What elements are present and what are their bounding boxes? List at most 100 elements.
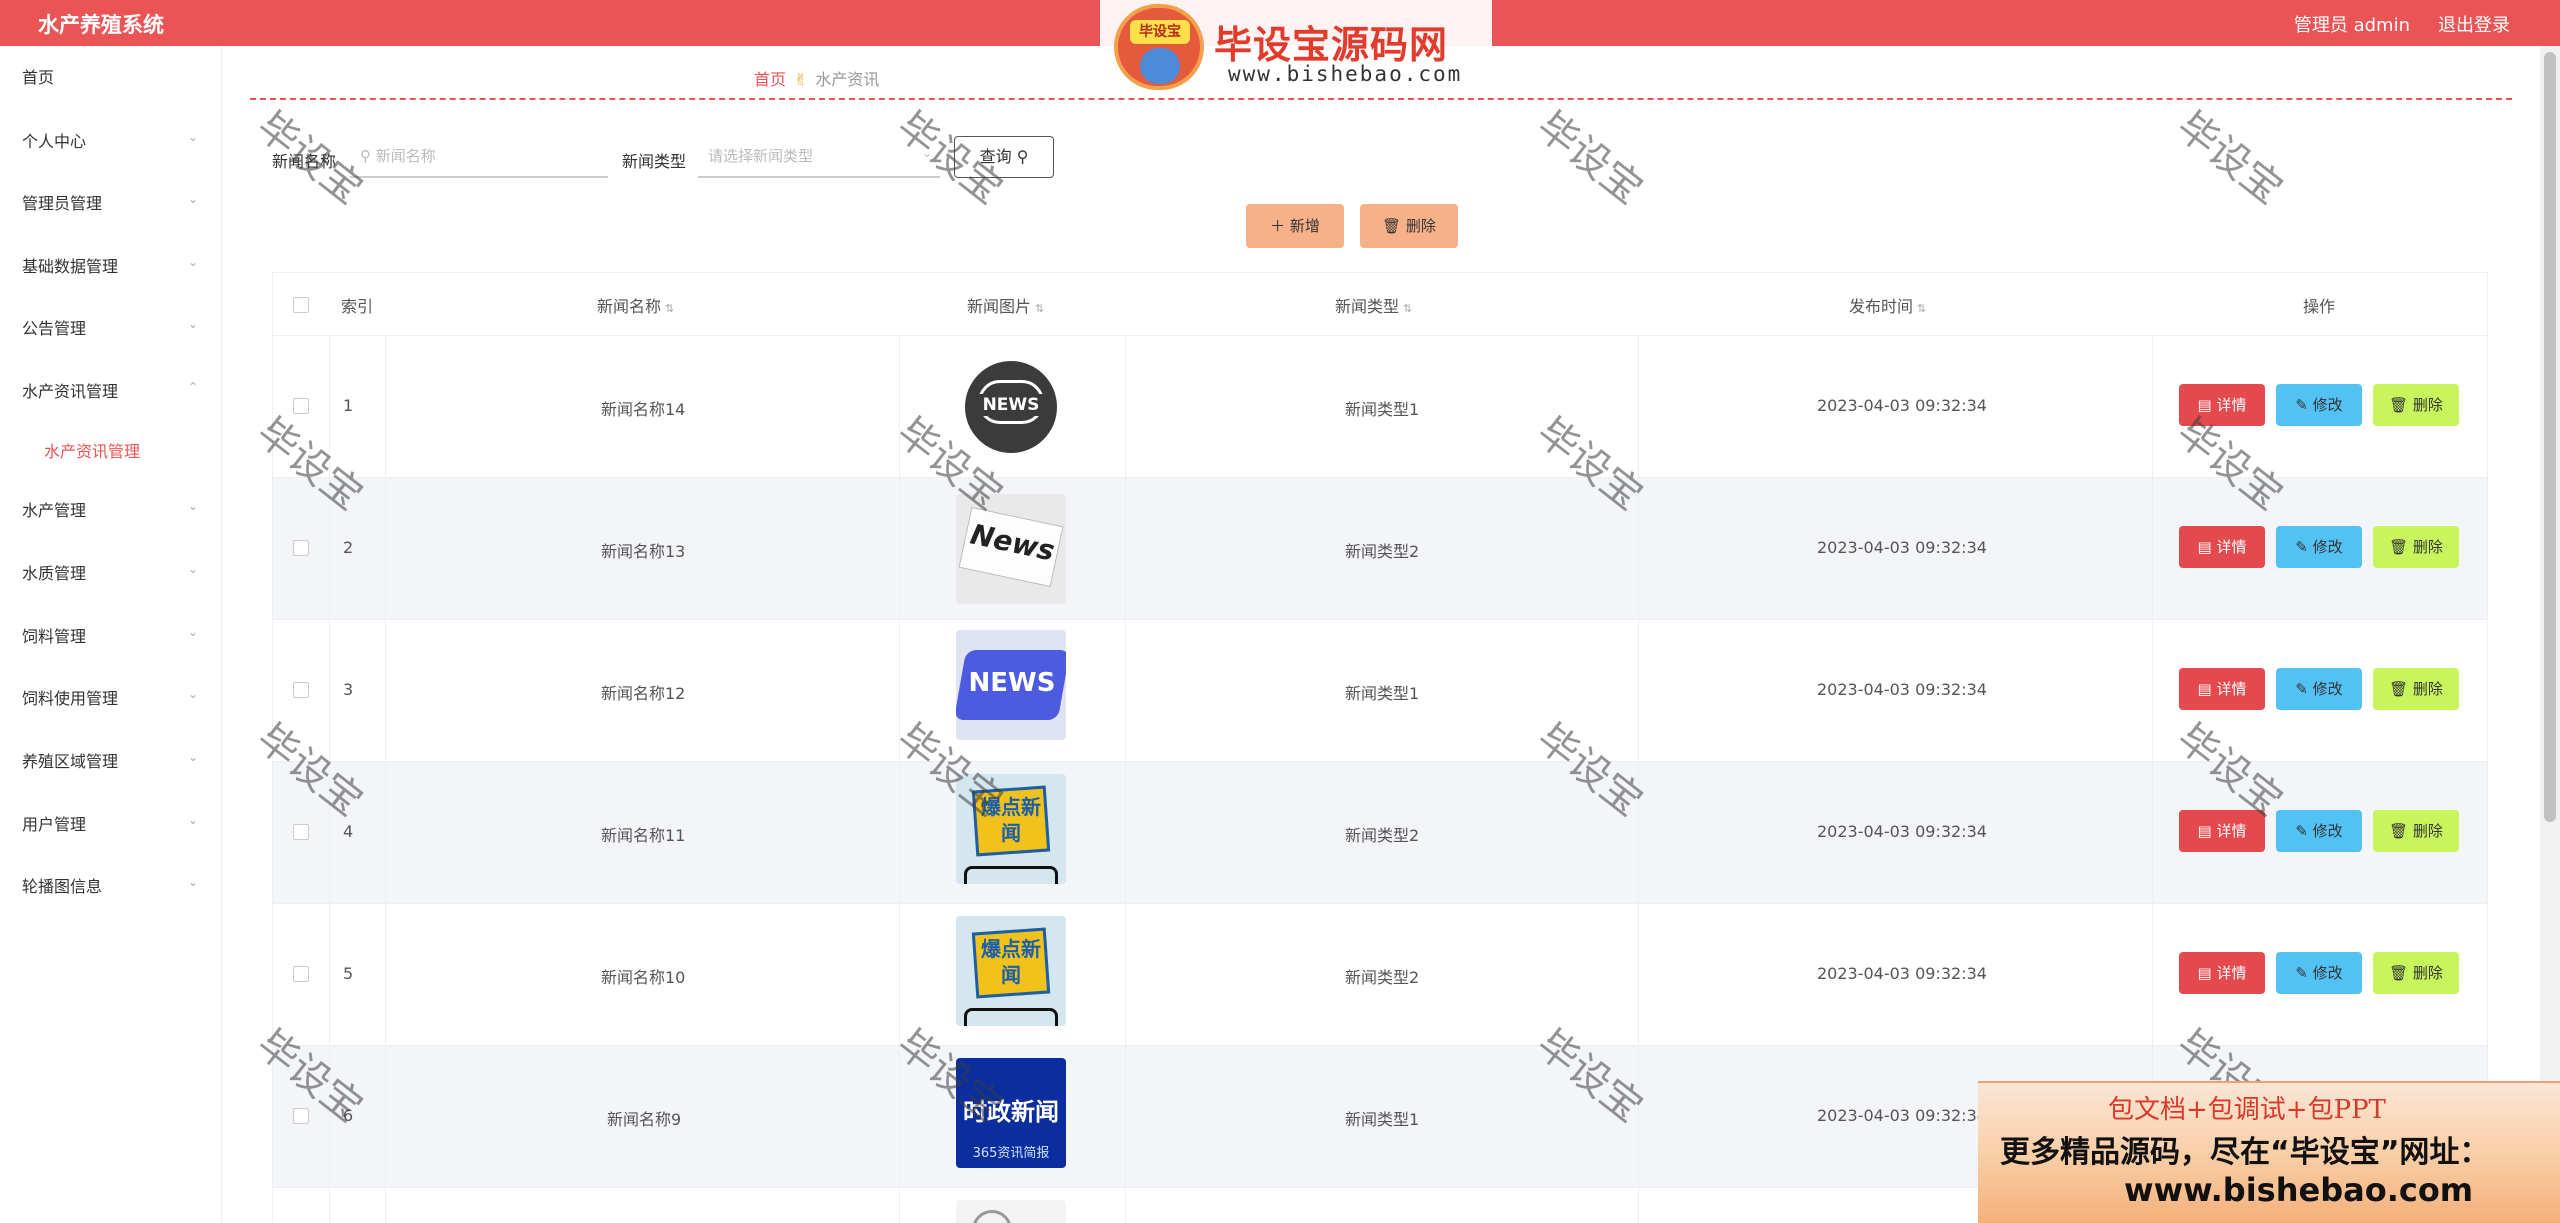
edit-label: 修改 <box>2312 680 2343 698</box>
logout-link[interactable]: 退出登录 <box>2438 11 2510 37</box>
detail-button[interactable]: ▤ 详情 <box>2179 668 2265 710</box>
page-scrollbar[interactable] <box>2540 46 2560 1223</box>
trash-icon: 🗑 <box>2389 396 2409 414</box>
trash-icon: 🗑 <box>1382 217 1402 235</box>
chevron-down-icon: ⌄ <box>187 687 198 701</box>
document-icon: ▤ <box>2197 396 2212 414</box>
breadcrumb-home[interactable]: 首页 <box>754 70 786 89</box>
edit-label: 修改 <box>2312 538 2343 556</box>
sidebar-item-feed[interactable]: 饲料管理 ⌄ <box>22 623 198 647</box>
detail-button[interactable]: ▤ 详情 <box>2179 384 2265 426</box>
row-checkbox[interactable] <box>293 540 309 556</box>
edit-button[interactable]: ✎ 修改 <box>2276 810 2362 852</box>
sidebar-item-label: 水质管理 <box>22 564 87 583</box>
query-button-label: 查询 <box>979 147 1012 166</box>
chevron-down-icon: ⌄ <box>187 562 198 576</box>
delete-button[interactable]: 🗑 删除 <box>2373 384 2459 426</box>
promo-banner[interactable]: 包文档+包调试+包PPT 更多精品源码，尽在“毕设宝”网址： www.bishe… <box>1978 1081 2560 1223</box>
header-news-name[interactable]: 新闻名称 ⇅ <box>597 293 674 317</box>
sidebar-item-profile[interactable]: 个人中心 ⌄ <box>22 128 198 152</box>
hot-news-phone-image: 爆点新闻 <box>956 916 1066 1026</box>
row-news-name: 新闻名称14 <box>601 400 686 419</box>
chevron-down-icon: ⌄ <box>187 255 198 269</box>
row-checkbox[interactable] <box>293 824 309 840</box>
row-news-name: 新闻名称10 <box>601 968 686 987</box>
chevron-down-icon: ⌄ <box>921 146 932 160</box>
sidebar-item-feed-usage[interactable]: 饲料使用管理 ⌄ <box>22 685 198 709</box>
news-name-input[interactable]: ⚲ 新闻名称 <box>350 136 608 178</box>
batch-delete-button[interactable]: 🗑 删除 <box>1360 204 1458 248</box>
sidebar-item-label: 公告管理 <box>22 319 87 338</box>
sidebar-item-water-quality[interactable]: 水质管理 ⌄ <box>22 560 198 584</box>
row-index: 2 <box>343 538 354 557</box>
detail-button[interactable]: ▤ 详情 <box>2179 810 2265 852</box>
row-news-name: 新闻名称9 <box>607 1110 682 1129</box>
row-publish-time: 2023-04-03 09:32:34 <box>1817 1106 1987 1125</box>
row-checkbox[interactable] <box>293 398 309 414</box>
select-all-checkbox[interactable] <box>293 297 309 313</box>
promo-line-1: 包文档+包调试+包PPT <box>2108 1095 2386 1125</box>
sidebar-item-label: 水产管理 <box>22 501 87 520</box>
edit-button[interactable]: ✎ 修改 <box>2276 526 2362 568</box>
sidebar-subitem-news-manage[interactable]: 水产资讯管理 <box>44 438 140 462</box>
trash-icon: 🗑 <box>2389 538 2409 556</box>
delete-button[interactable]: 🗑 删除 <box>2373 526 2459 568</box>
sidebar-item-notice[interactable]: 公告管理 ⌄ <box>22 315 198 339</box>
sidebar-item-label: 饲料使用管理 <box>22 689 119 708</box>
news-type-label: 新闻类型 <box>622 152 687 171</box>
row-publish-time: 2023-04-03 09:32:34 <box>1817 396 1987 415</box>
header-news-image[interactable]: 新闻图片 ⇅ <box>967 293 1044 317</box>
header-operations: 操作 <box>2303 297 2336 316</box>
sidebar-item-label: 水产资讯管理 <box>22 382 119 401</box>
row-news-name: 新闻名称11 <box>601 826 686 845</box>
hot-news-text: 爆点新闻 <box>981 937 1041 987</box>
sidebar-item-user[interactable]: 用户管理 ⌄ <box>22 811 198 835</box>
sort-icon: ⇅ <box>1035 302 1045 315</box>
document-icon: ▤ <box>2197 538 2212 556</box>
header-publish-time[interactable]: 发布时间 ⇅ <box>1849 293 1926 317</box>
logo-chip: 毕设宝 <box>1130 20 1190 44</box>
sidebar-item-carousel[interactable]: 轮播图信息 ⌄ <box>22 873 198 897</box>
delete-label: 删除 <box>2412 964 2443 982</box>
edit-button[interactable]: ✎ 修改 <box>2276 952 2362 994</box>
scrollbar-thumb[interactable] <box>2544 52 2556 822</box>
politics-news-image: 时政新闻 365资讯简报 <box>956 1058 1066 1168</box>
header-news-type[interactable]: 新闻类型 ⇅ <box>1335 293 1412 317</box>
sidebar-item-label: 个人中心 <box>22 132 87 151</box>
row-publish-time: 2023-04-03 09:32:34 <box>1817 538 1987 557</box>
admin-user-label[interactable]: 管理员 admin <box>2294 11 2410 37</box>
sidebar-item-home[interactable]: 首页 <box>22 64 198 88</box>
row-index: 1 <box>343 396 354 415</box>
sidebar-item-news[interactable]: 水产资讯管理 ⌃ <box>22 378 198 402</box>
delete-button[interactable]: 🗑 删除 <box>2373 668 2459 710</box>
sidebar-item-label: 轮播图信息 <box>22 877 103 896</box>
sidebar-item-area[interactable]: 养殖区域管理 ⌄ <box>22 748 198 772</box>
delete-button[interactable]: 🗑 删除 <box>2373 810 2459 852</box>
sidebar-item-basic-data[interactable]: 基础数据管理 ⌄ <box>22 253 198 277</box>
search-icon: ⚲ <box>1016 147 1029 166</box>
row-checkbox[interactable] <box>293 682 309 698</box>
detail-button[interactable]: ▤ 详情 <box>2179 952 2265 994</box>
query-button[interactable]: 查询 ⚲ <box>954 136 1054 178</box>
row-checkbox[interactable] <box>293 966 309 982</box>
sidebar-item-label: 用户管理 <box>22 815 87 834</box>
news-type-select[interactable]: 请选择新闻类型 ⌄ <box>698 136 940 178</box>
key-news-text: NEWS <box>968 668 1056 698</box>
sidebar-item-aquatic[interactable]: 水产管理 ⌄ <box>22 497 198 521</box>
document-icon: ▤ <box>2197 822 2212 840</box>
edit-button[interactable]: ✎ 修改 <box>2276 668 2362 710</box>
promo-line-2: 更多精品源码，尽在“毕设宝”网址： <box>2000 1135 2490 1170</box>
detail-button[interactable]: ▤ 详情 <box>2179 526 2265 568</box>
watermark-text: 毕设宝 <box>1528 103 1651 214</box>
hot-news-phone-image: 爆点新闻 <box>956 774 1066 884</box>
politics-news-text: 时政新闻 <box>963 1098 1059 1126</box>
news-paper-image: News <box>956 494 1066 604</box>
edit-button[interactable]: ✎ 修改 <box>2276 384 2362 426</box>
header-label: 新闻类型 <box>1335 297 1400 316</box>
search-icon: ⚲ <box>360 147 376 165</box>
delete-button[interactable]: 🗑 删除 <box>2373 952 2459 994</box>
pencil-icon: ✎ <box>2295 396 2308 414</box>
sidebar-item-admin[interactable]: 管理员管理 ⌄ <box>22 190 198 214</box>
add-button[interactable]: ＋ 新增 <box>1246 204 1344 248</box>
row-checkbox[interactable] <box>293 1108 309 1124</box>
